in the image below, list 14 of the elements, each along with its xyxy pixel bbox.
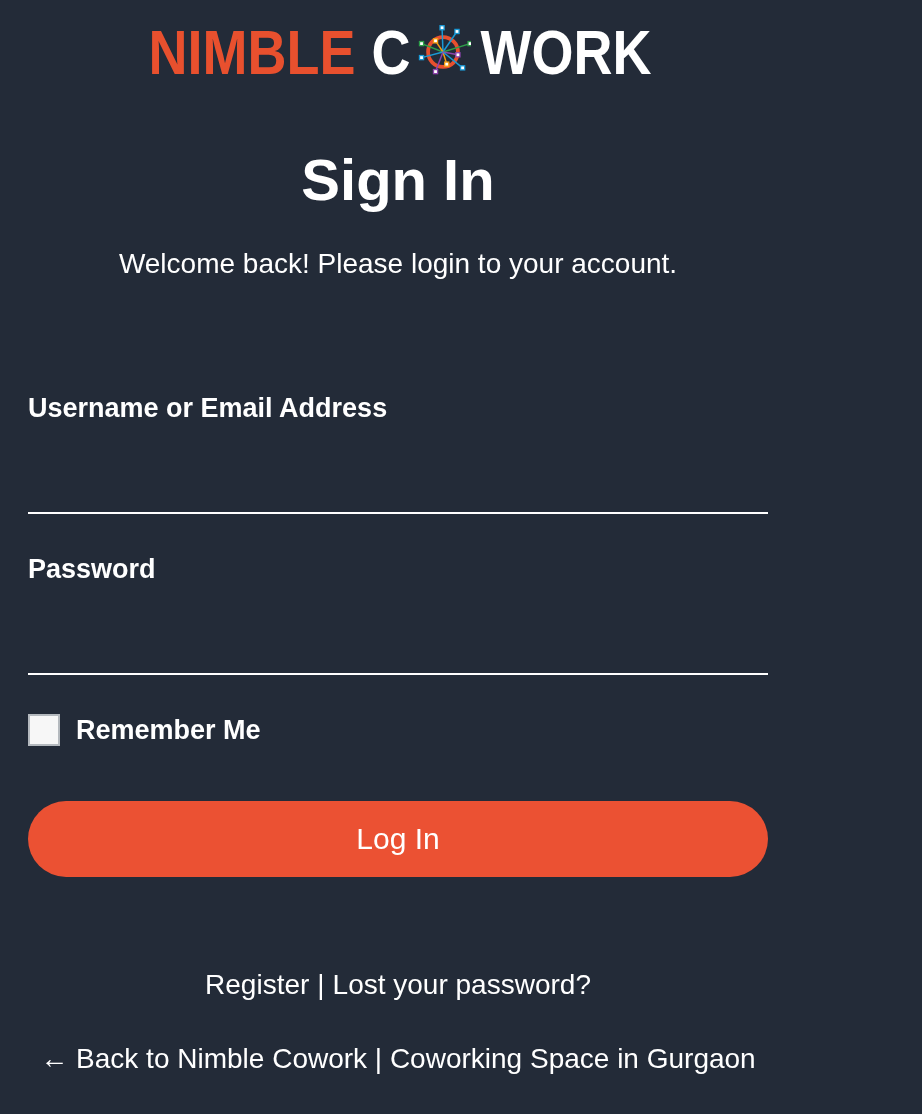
nav-link[interactable]: Lost your password? — [332, 967, 591, 1003]
logo-wordmark: NIMBLE — [148, 19, 356, 85]
page-title: Sign In — [300, 146, 496, 214]
link-separator: | — [317, 968, 325, 1002]
nav-link[interactable]: Register — [205, 967, 310, 1003]
back-link[interactable]: ← Back to Nimble Cowork | Coworking Space in Gurgaon — [40, 1041, 756, 1077]
field-label: Username or Email Address — [28, 392, 388, 424]
logo-wordmark: C — [371, 19, 411, 85]
remember-checkbox[interactable] — [28, 714, 60, 746]
welcome-text: Welcome back! Please login to your account. — [117, 247, 679, 281]
login-button[interactable]: Log In — [28, 801, 768, 877]
field-label: Password — [28, 553, 156, 585]
checkbox-label[interactable]: Remember Me — [76, 713, 261, 747]
logo-wordmark: WORK — [480, 19, 652, 85]
